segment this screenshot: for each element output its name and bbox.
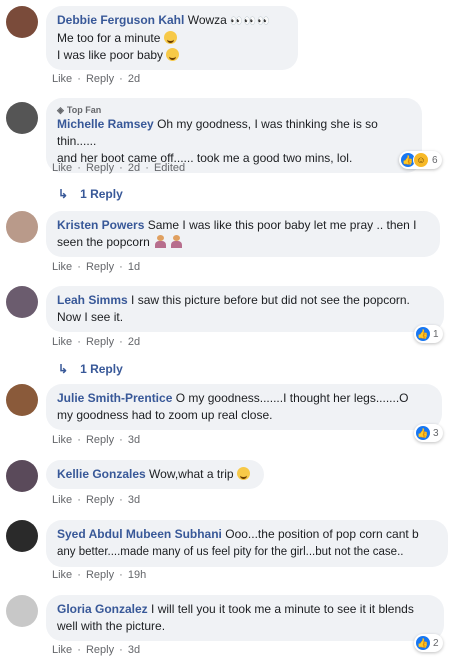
avatar[interactable]: [6, 102, 38, 134]
like-link[interactable]: Like: [52, 644, 72, 656]
top-fan-badge: ◈ Top Fan: [57, 105, 102, 115]
timestamp[interactable]: 3d: [128, 494, 140, 506]
avatar[interactable]: [6, 595, 38, 627]
comment-text: seen the popcorn: [57, 235, 150, 249]
woman-emoji-icon: [171, 235, 183, 248]
reply-link[interactable]: Reply: [86, 162, 114, 174]
reaction-count: 3: [433, 427, 439, 439]
like-link[interactable]: Like: [52, 494, 72, 506]
edited-label: Edited: [153, 162, 186, 174]
comment-text: O my goodness.......I thought her legs..…: [175, 391, 409, 405]
like-link[interactable]: Like: [52, 162, 72, 174]
avatar[interactable]: [6, 520, 38, 552]
commenter-name[interactable]: Julie Smith-Prentice: [57, 391, 172, 405]
like-reaction-icon: 👍: [416, 327, 430, 341]
comment-bubble: Gloria Gonzalez I will tell you it took …: [46, 595, 444, 641]
comment-text: I will tell you it took me a minute to s…: [151, 602, 414, 616]
like-link[interactable]: Like: [52, 434, 72, 446]
reaction-summary[interactable]: 👍 ☺ 6: [399, 151, 442, 169]
woman-emoji-icon: [155, 235, 167, 248]
avatar[interactable]: [6, 384, 38, 416]
comment-actions: Like · Reply · 3d: [52, 644, 141, 656]
comment-actions: Like · Reply · 2d: [52, 336, 141, 348]
timestamp[interactable]: 1d: [128, 261, 140, 273]
reaction-count: 1: [433, 328, 439, 340]
avatar[interactable]: [6, 6, 38, 38]
reply-arrow-icon: ↳: [58, 187, 69, 201]
timestamp[interactable]: 2d: [128, 73, 140, 85]
diamond-icon: ◈: [57, 105, 64, 115]
comment-bubble: Kristen Powers Same I was like this poor…: [46, 211, 440, 257]
commenter-name[interactable]: Michelle Ramsey: [57, 117, 154, 131]
timestamp[interactable]: 2d: [128, 336, 140, 348]
reaction-count: 6: [432, 154, 438, 166]
reaction-summary[interactable]: 👍 1: [414, 325, 443, 343]
avatar[interactable]: [6, 286, 38, 318]
commenter-name[interactable]: Gloria Gonzalez: [57, 602, 148, 616]
comment-text: any better....made many of us feel pity …: [57, 546, 404, 558]
reply-link[interactable]: Reply: [86, 261, 114, 273]
like-link[interactable]: Like: [52, 569, 72, 581]
reply-arrow-icon: ↳: [58, 362, 69, 376]
commenter-name[interactable]: Debbie Ferguson Kahl: [57, 13, 184, 27]
like-link[interactable]: Like: [52, 336, 72, 348]
comment-text: Me too for a minute: [57, 31, 161, 45]
comment-actions: Like · Reply · 19h: [52, 569, 147, 581]
reply-link[interactable]: Reply: [86, 644, 114, 656]
like-link[interactable]: Like: [52, 73, 72, 85]
haha-reaction-icon: ☺: [413, 152, 429, 168]
avatar[interactable]: [6, 460, 38, 492]
like-reaction-icon: 👍: [416, 636, 430, 650]
timestamp[interactable]: 3d: [128, 644, 140, 656]
reply-link[interactable]: Reply: [86, 73, 114, 85]
comment-actions: Like · Reply · 1d: [52, 261, 141, 273]
comment-actions: Like · Reply · 2d: [52, 73, 141, 85]
comment-bubble: Kellie Gonzales Wow,what a trip: [46, 460, 264, 489]
timestamp[interactable]: 2d: [128, 162, 140, 174]
comment-text: I was like poor baby: [57, 48, 164, 62]
commenter-name[interactable]: Kellie Gonzales: [57, 467, 146, 481]
reply-link[interactable]: Reply: [86, 569, 114, 581]
avatar[interactable]: [6, 211, 38, 243]
view-replies-link[interactable]: ↳ 1 Reply: [58, 187, 123, 201]
eyes-emoji-icon: 👀👀👀: [230, 16, 271, 27]
timestamp[interactable]: 19h: [128, 569, 146, 581]
view-replies-link[interactable]: ↳ 1 Reply: [58, 362, 123, 376]
comment-text: Ooo...the position of pop corn cant b: [225, 527, 419, 541]
comment-text: Now I see it.: [57, 310, 124, 324]
comment-text: well with the picture.: [57, 619, 166, 633]
reply-link[interactable]: Reply: [86, 494, 114, 506]
like-link[interactable]: Like: [52, 261, 72, 273]
reaction-summary[interactable]: 👍 2: [414, 634, 443, 652]
rofl-emoji-icon: [163, 31, 177, 44]
comment-text: Wowza: [187, 13, 227, 27]
like-reaction-icon: 👍: [416, 426, 430, 440]
comment-text: my goodness had to zoom up real close.: [57, 408, 273, 422]
comment-text: I saw this picture before but did not se…: [131, 293, 410, 307]
comment-bubble: Leah Simms I saw this picture before but…: [46, 286, 444, 332]
comment-actions: Like · Reply · 2d · Edited: [52, 162, 186, 174]
timestamp[interactable]: 3d: [128, 434, 140, 446]
commenter-name[interactable]: Syed Abdul Mubeen Subhani: [57, 527, 222, 541]
reply-link[interactable]: Reply: [86, 336, 114, 348]
commenter-name[interactable]: Kristen Powers: [57, 218, 144, 232]
comment-bubble: Debbie Ferguson Kahl Wowza 👀👀👀 Me too fo…: [46, 6, 298, 70]
comment-actions: Like · Reply · 3d: [52, 494, 141, 506]
commenter-name[interactable]: Leah Simms: [57, 293, 128, 307]
reply-link[interactable]: Reply: [86, 434, 114, 446]
comment-text: Wow,what a trip: [149, 467, 234, 481]
smile-emoji-icon: [166, 48, 180, 61]
comment-actions: Like · Reply · 3d: [52, 434, 141, 446]
reaction-summary[interactable]: 👍 3: [414, 424, 443, 442]
laughing-emoji-icon: [236, 467, 250, 480]
reaction-count: 2: [433, 637, 439, 649]
comment-bubble: Julie Smith-Prentice O my goodness......…: [46, 384, 442, 430]
comment-bubble: Syed Abdul Mubeen Subhani Ooo...the posi…: [46, 520, 448, 567]
comment-text: Same I was like this poor baby let me pr…: [147, 218, 417, 232]
